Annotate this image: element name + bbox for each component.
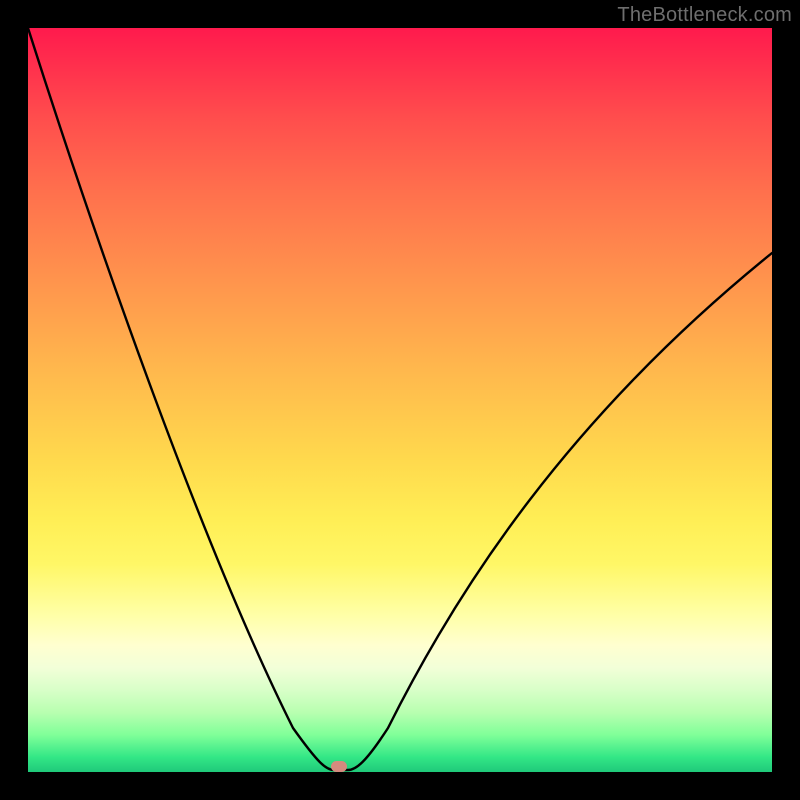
bottleneck-curve [28, 28, 772, 772]
plot-area [28, 28, 772, 772]
optimal-marker [331, 761, 347, 772]
chart-frame: TheBottleneck.com [0, 0, 800, 800]
watermark-label: TheBottleneck.com [617, 4, 792, 27]
curve-path [28, 28, 772, 770]
